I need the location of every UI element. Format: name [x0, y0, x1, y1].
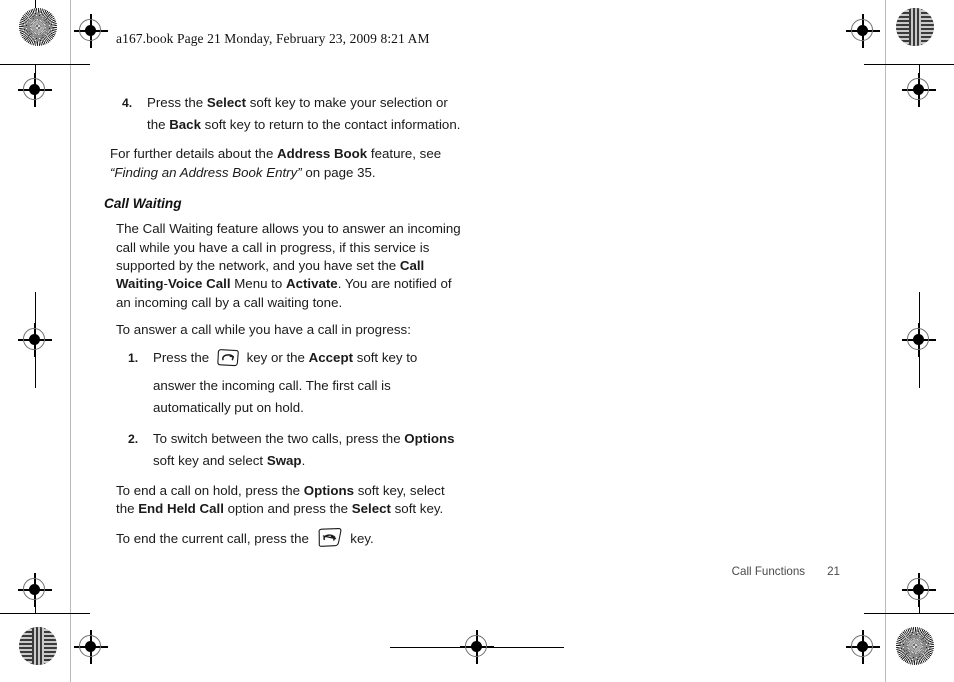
page-body: 4. Press the Select soft key to make you…	[104, 92, 462, 564]
list-item: 2. To switch between the two calls, pres…	[116, 428, 462, 472]
emphasis-accept: Accept	[308, 349, 353, 365]
intro-paragraph: The Call Waiting feature allows you to a…	[116, 221, 461, 310]
crop-line-top-right	[864, 64, 954, 65]
trim-guide-left	[70, 0, 71, 682]
section-heading: Call Waiting	[104, 196, 182, 212]
target-top-left	[19, 8, 57, 46]
send-key-icon	[215, 348, 241, 375]
list-item: 1. Press the key or the Accept soft key …	[116, 347, 462, 420]
emphasis-swap: Swap	[266, 453, 302, 469]
registration-mark-bottom-right	[846, 630, 880, 664]
end-held-call-paragraph: To end a call on hold, press the Options…	[116, 482, 445, 517]
crop-line-top-left	[0, 64, 90, 65]
registration-mark-bottom-center	[460, 630, 494, 664]
emphasis-select: Select	[206, 95, 247, 110]
list-number: 2.	[128, 432, 139, 447]
registration-mark-top-right	[846, 14, 880, 48]
emphasis-select-2: Select	[351, 501, 391, 517]
crop-line-top-center-right	[494, 647, 564, 648]
section-body: The Call Waiting feature allows you to a…	[116, 220, 462, 555]
target-bottom-right	[896, 627, 934, 665]
emphasis-address-book: Address Book	[277, 146, 368, 162]
list-text: Press the Select soft key to make your s…	[147, 95, 461, 133]
crop-line-bottom-left	[0, 613, 90, 614]
target-top-right	[896, 8, 934, 46]
page-footer: Call Functions 21	[600, 565, 840, 578]
registration-mark-lower-left	[18, 573, 52, 607]
list-number: 4.	[122, 96, 133, 110]
list-text: To switch between the two calls, press t…	[153, 431, 455, 469]
registration-mark-mid-right	[902, 323, 936, 357]
crop-line-bottom-right	[864, 613, 954, 614]
end-key-icon	[315, 527, 345, 554]
address-book-note: For further details about the Address Bo…	[110, 146, 442, 180]
registration-mark-top-left	[74, 14, 108, 48]
target-bottom-left	[19, 627, 57, 665]
registration-mark-upper-left	[18, 73, 52, 107]
emphasis-options: Options	[404, 431, 455, 447]
footer-section-label: Call Functions	[731, 565, 806, 578]
registration-mark-upper-right	[902, 73, 936, 107]
crop-line-top-center-left	[390, 647, 460, 648]
registration-mark-mid-left	[18, 323, 52, 357]
footer-page-number: 21	[827, 565, 840, 578]
list-item: 4. Press the Select soft key to make you…	[110, 92, 462, 136]
emphasis-voice-call: Voice Call	[167, 276, 231, 292]
list-text: Press the key or the Accept soft key to …	[153, 348, 418, 416]
registration-mark-bottom-left	[74, 630, 108, 664]
registration-mark-lower-right	[902, 573, 936, 607]
list-number: 1.	[128, 350, 139, 365]
document-page: a167.book Page 21 Monday, February 23, 2…	[0, 0, 954, 682]
trim-guide-right	[885, 0, 886, 682]
answer-lead-in: To answer a call while you have a call i…	[116, 322, 411, 338]
cross-reference-link: “Finding an Address Book Entry”	[110, 164, 302, 180]
emphasis-activate: Activate	[285, 276, 338, 292]
emphasis-back: Back	[169, 117, 201, 133]
end-current-call-paragraph: To end the current call, press the key.	[116, 527, 462, 554]
file-header-line: a167.book Page 21 Monday, February 23, 2…	[116, 31, 430, 46]
emphasis-end-held-call: End Held Call	[138, 501, 224, 517]
emphasis-options-2: Options	[303, 482, 354, 498]
